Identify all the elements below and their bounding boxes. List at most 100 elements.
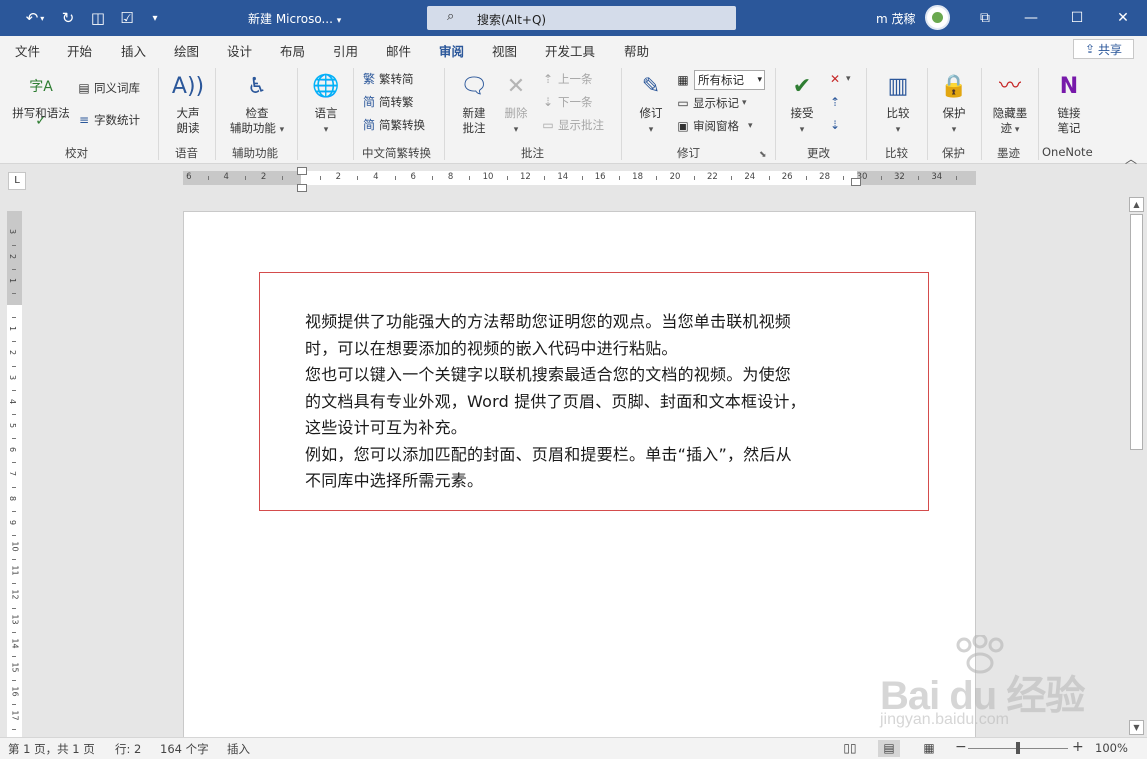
ruler-tick [918, 176, 920, 180]
check-accessibility-button[interactable]: ♿ 检查 辅助功能 ▾ [224, 70, 290, 138]
text-box[interactable]: 视频提供了功能强大的方法帮助您证明您的观点。当您单击联机视频 时，可以在想要添加… [259, 272, 929, 511]
tab-review[interactable]: 审阅 [439, 41, 465, 66]
accept-icon: ✔ [792, 74, 812, 99]
show-markup-button[interactable]: ▭ 显示标记 ▾ [676, 95, 746, 111]
ruler-number: 26 [781, 172, 793, 182]
previous-change-icon[interactable]: ⇡ [828, 95, 842, 109]
undo-icon[interactable]: ↶ ▾ [20, 8, 50, 28]
spelling-grammar-button[interactable]: 字A ✓ 拼写和语法 [10, 70, 72, 129]
tab-developer[interactable]: 开发工具 [545, 41, 595, 60]
new-comment-button[interactable]: 🗨 新建 批注 [452, 70, 496, 136]
tab-draw[interactable]: 绘图 [174, 41, 199, 60]
reject-dropdown-icon[interactable]: ▾ [846, 74, 851, 84]
word-count-button[interactable]: ≡ 字数统计 [77, 112, 140, 128]
ribbon-display-icon[interactable]: ⧉ [962, 0, 1008, 36]
ruler-tick [12, 317, 16, 319]
ruler-number: 1 [8, 326, 18, 332]
customize-toolbar-icon[interactable]: ▾ [148, 8, 162, 28]
zoom-in-icon[interactable]: + [1072, 739, 1084, 755]
to-simplified-icon: 繁 [362, 72, 375, 86]
document-title[interactable]: 新建 Microso... ▾ [248, 10, 341, 27]
ruler-number: 22 [706, 172, 718, 182]
zoom-level[interactable]: 100% [1095, 741, 1128, 755]
tab-layout[interactable]: 布局 [280, 41, 305, 60]
search-box[interactable]: ⌕ 搜索(Alt+Q) [427, 6, 736, 30]
user-name[interactable]: m 茂稼 [876, 10, 916, 27]
to-simplified-button[interactable]: 繁繁转简 [362, 71, 414, 87]
document-page[interactable]: 视频提供了功能强大的方法帮助您证明您的观点。当您单击联机视频 时，可以在想要添加… [183, 211, 976, 751]
tab-home[interactable]: 开始 [67, 41, 92, 60]
ruler-number: 4 [223, 172, 229, 182]
compare-button[interactable]: ▥ 比较 ▾ [876, 70, 920, 138]
ruler-tick [12, 728, 16, 730]
vertical-ruler[interactable]: 3 2 1 1 2 3 4 5 6 7 8 9 10 11 12 13 14 15 16 17 [7, 211, 22, 737]
linked-notes-button[interactable]: N 链接 笔记 [1046, 70, 1092, 136]
scroll-up-icon[interactable]: ▲ [1129, 197, 1144, 212]
dialog-launcher-icon[interactable]: ⬊ [759, 150, 767, 160]
accept-button[interactable]: ✔ 接受 ▾ [784, 70, 820, 138]
redo-icon[interactable]: ↻ [58, 8, 78, 28]
ruler-tick [12, 341, 16, 343]
chevron-down-icon: ▾ [757, 75, 762, 85]
show-comments-button[interactable]: ▭ 显示批注 [541, 117, 604, 133]
ruler-number: 9 [8, 519, 18, 525]
scroll-down-icon[interactable]: ▼ [1129, 720, 1144, 735]
zoom-out-icon[interactable]: − [955, 739, 967, 755]
page-count[interactable]: 第 1 页，共 1 页 [8, 741, 95, 757]
tab-insert[interactable]: 插入 [121, 41, 146, 60]
thesaurus-button[interactable]: ▤ 同义词库 [77, 80, 140, 96]
reject-icon[interactable]: ✕ [828, 72, 842, 86]
maximize-button[interactable]: ☐ [1054, 0, 1100, 36]
next-change-icon[interactable]: ⇣ [828, 118, 842, 132]
ruler-tick [319, 176, 321, 180]
tab-references[interactable]: 引用 [333, 41, 358, 60]
ruler-tick [12, 510, 16, 512]
ruler-number: 17 [10, 710, 20, 721]
protect-button[interactable]: 🔒 保护 ▾ [934, 70, 974, 138]
group-separator [866, 68, 867, 160]
read-mode-icon[interactable]: ▯▯ [839, 740, 861, 757]
tab-design[interactable]: 设计 [227, 41, 252, 60]
tab-mailings[interactable]: 邮件 [386, 41, 411, 60]
to-traditional-button[interactable]: 简简转繁 [362, 94, 414, 110]
left-indent-marker[interactable] [297, 184, 307, 192]
edit-doc-icon[interactable]: ☑ [116, 8, 138, 28]
markup-select[interactable]: 所有标记 ▾ [694, 70, 765, 90]
track-changes-button[interactable]: ✎ 修订 ▾ [630, 70, 672, 138]
tab-view[interactable]: 视图 [492, 41, 517, 60]
word-count[interactable]: 164 个字 [160, 741, 209, 757]
right-indent-marker[interactable] [851, 178, 861, 186]
first-line-indent-marker[interactable] [297, 167, 307, 175]
language-button[interactable]: 🌐 语言 ▾ [306, 70, 346, 138]
zoom-thumb[interactable] [1016, 742, 1020, 754]
print-layout-icon[interactable]: ▤ [878, 740, 900, 757]
avatar[interactable] [925, 5, 950, 30]
reviewing-pane-button[interactable]: ▣ 审阅窗格 ▾ [676, 118, 752, 134]
group-label-proofing: 校对 [65, 146, 88, 160]
scrollbar-thumb[interactable] [1130, 214, 1143, 450]
previous-comment-button[interactable]: ⇡ 上一条 [541, 71, 593, 87]
paragraph[interactable]: 视频提供了功能强大的方法帮助您证明您的观点。当您单击联机视频 时，可以在想要添加… [305, 309, 865, 495]
close-button[interactable]: ✕ [1100, 0, 1146, 36]
hide-ink-button[interactable]: 〰 隐藏墨迹 ▾ [988, 70, 1032, 138]
minimize-button[interactable]: — [1008, 0, 1054, 36]
ruler-number: 32 [893, 172, 905, 182]
tab-help[interactable]: 帮助 [624, 41, 649, 60]
tab-file[interactable]: 文件 [15, 41, 40, 60]
web-layout-icon[interactable]: ▦ [918, 740, 940, 757]
ruler-tick [805, 176, 807, 180]
search-icon: ⌕ [447, 9, 455, 24]
insert-mode[interactable]: 插入 [227, 741, 250, 757]
ruler-tick [12, 655, 16, 657]
ruler-tick [12, 607, 16, 609]
convert-button[interactable]: 简简繁转换 [362, 117, 425, 133]
vertical-scrollbar[interactable]: ▲ ▼ [1128, 196, 1145, 737]
next-comment-button[interactable]: ⇣ 下一条 [541, 94, 593, 110]
delete-comment-button[interactable]: ✕ 删除 ▾ [498, 70, 534, 138]
comment-bubble-icon[interactable]: ◫ [88, 8, 108, 28]
share-button[interactable]: ⇪ 共享 [1073, 39, 1134, 59]
read-aloud-button[interactable]: A)) 大声 朗读 [168, 70, 208, 136]
ruler-tick [731, 176, 733, 180]
line-number[interactable]: 行: 2 [115, 741, 141, 757]
tab-selector[interactable]: L [8, 172, 26, 190]
